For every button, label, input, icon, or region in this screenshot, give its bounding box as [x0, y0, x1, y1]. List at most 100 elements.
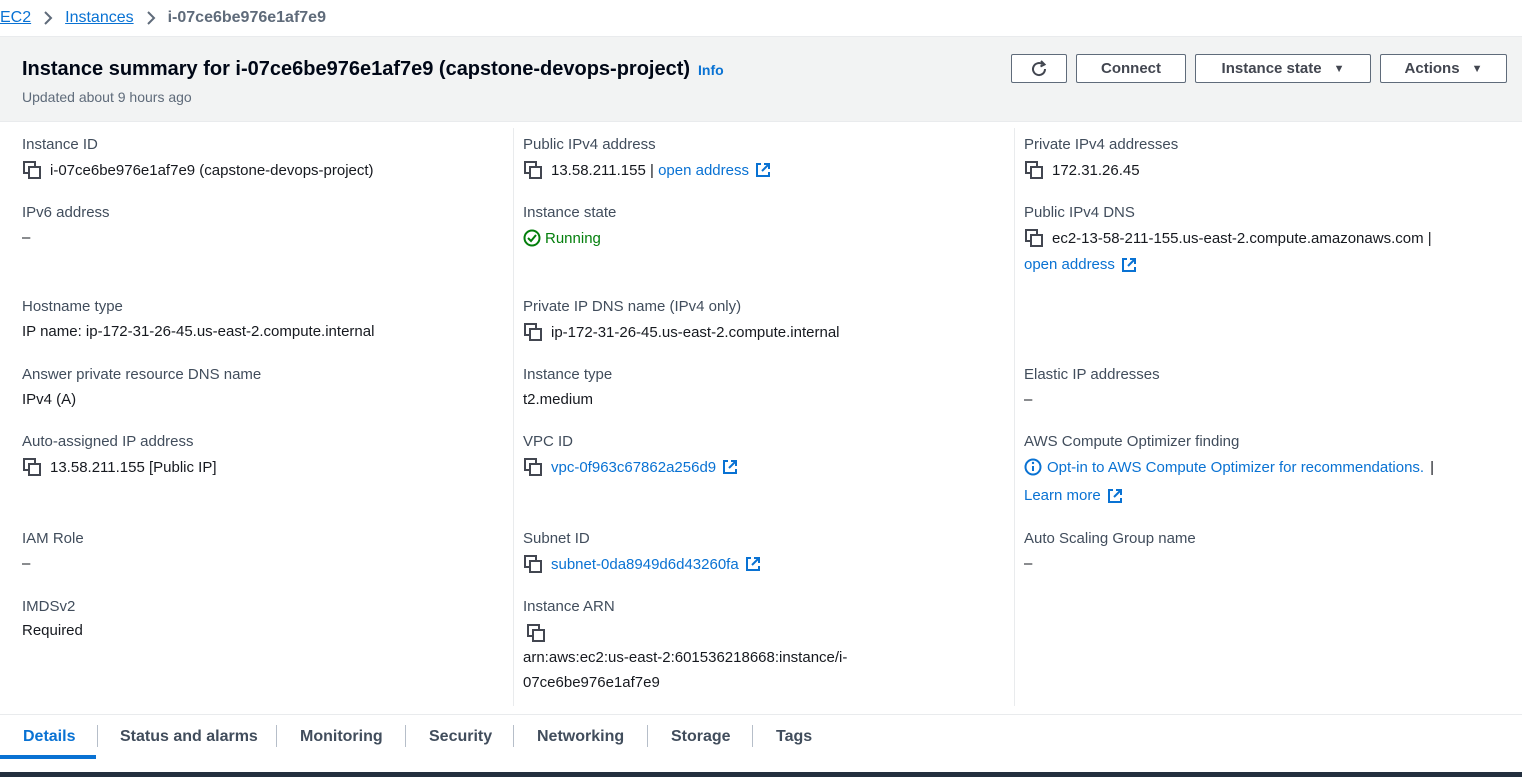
instance-id-text: i-07ce6be976e1af7e9 (capstone-devops-pro… [50, 161, 374, 179]
refresh-button[interactable] [1011, 54, 1067, 83]
actions-label: Actions [1404, 60, 1460, 77]
elastic-ip-value: – [1024, 391, 1033, 408]
bottom-bar [0, 772, 1522, 777]
running-status: Running [545, 229, 601, 247]
info-circle-icon [1024, 458, 1042, 476]
chevron-right-icon [37, 10, 59, 26]
subnet-id-label: Subnet ID [523, 530, 590, 547]
hostname-type-label: Hostname type [22, 298, 123, 315]
open-address-link[interactable]: open address [658, 162, 749, 179]
copy-icon[interactable] [22, 457, 42, 477]
tab-details[interactable]: Details [23, 715, 75, 759]
optimizer-label: AWS Compute Optimizer finding [1024, 433, 1240, 450]
public-ipv4-text: 13.58.211.155 | [551, 161, 654, 179]
private-ipv4-text: 172.31.26.45 [1052, 161, 1140, 179]
public-dns-text: ec2-13-58-211-155.us-east-2.compute.amaz… [1052, 229, 1432, 247]
external-link-icon [745, 557, 760, 571]
tab-bar: Details Status and alarms Monitoring Sec… [0, 714, 1522, 759]
connect-button[interactable]: Connect [1076, 54, 1186, 83]
breadcrumb-current: i-07ce6be976e1af7e9 [167, 9, 326, 26]
vpc-id-label: VPC ID [523, 433, 574, 450]
external-link-icon [723, 460, 738, 474]
private-ipv4-value: 172.31.26.45 [1024, 160, 1140, 180]
copy-icon[interactable] [523, 554, 543, 574]
external-link-icon [755, 163, 770, 177]
actions-button[interactable]: Actions ▼ [1380, 54, 1507, 83]
tab-divider [513, 725, 514, 747]
private-dns-label: Private IP DNS name (IPv4 only) [523, 298, 742, 315]
instance-state-field-label: Instance state [523, 204, 617, 221]
asg-name-label: Auto Scaling Group name [1024, 530, 1196, 547]
copy-icon[interactable] [523, 457, 543, 477]
public-dns-open-link[interactable]: open address [1024, 256, 1115, 273]
instance-type-label: Instance type [523, 366, 613, 383]
copy-icon[interactable] [1024, 228, 1044, 248]
optimizer-value: Opt-in to AWS Compute Optimizer for reco… [1024, 458, 1434, 476]
refresh-icon [1032, 59, 1047, 76]
iam-role-value: – [22, 555, 31, 572]
caret-down-icon: ▼ [1471, 62, 1483, 75]
learn-more-row: Learn more [1024, 487, 1123, 504]
optimizer-link[interactable]: Opt-in to AWS Compute Optimizer for reco… [1047, 459, 1424, 476]
tab-divider [752, 725, 753, 747]
breadcrumb-instances[interactable]: Instances [65, 9, 133, 27]
instance-arn-label: Instance ARN [523, 598, 615, 615]
external-link-icon [1121, 257, 1136, 272]
tab-networking[interactable]: Networking [537, 715, 624, 759]
tab-status-and-alarms[interactable]: Status and alarms [120, 715, 258, 759]
private-dns-text: ip-172-31-26-45.us-east-2.compute.intern… [551, 323, 840, 341]
instance-state-label: Instance state [1221, 60, 1322, 77]
ipv6-label: IPv6 address [22, 204, 110, 221]
copy-icon[interactable] [523, 160, 543, 180]
tab-tags[interactable]: Tags [776, 715, 812, 759]
auto-ip-value: 13.58.211.155 [Public IP] [22, 457, 217, 477]
copy-icon[interactable] [523, 322, 543, 342]
private-dns-value: ip-172-31-26-45.us-east-2.compute.intern… [523, 322, 840, 342]
page-title-row: Instance summary for i-07ce6be976e1af7e9… [22, 58, 724, 81]
tab-divider [276, 725, 277, 747]
page-title: Instance summary for i-07ce6be976e1af7e9… [22, 58, 691, 80]
vpc-id-link[interactable]: vpc-0f963c67862a256d9 [551, 459, 716, 476]
ipv6-value: – [22, 229, 31, 246]
answer-dns-label: Answer private resource DNS name [22, 366, 262, 383]
tab-storage[interactable]: Storage [671, 715, 731, 759]
elastic-ip-label: Elastic IP addresses [1024, 366, 1160, 383]
column-divider [513, 128, 514, 706]
private-ipv4-label: Private IPv4 addresses [1024, 136, 1179, 153]
tab-divider [405, 725, 406, 747]
instance-state-button[interactable]: Instance state ▼ [1195, 54, 1371, 83]
tab-security[interactable]: Security [429, 715, 492, 759]
breadcrumb: EC2 Instances i-07ce6be976e1af7e9 [0, 0, 1522, 36]
instance-arn-line2: 07ce6be976e1af7e9 [523, 674, 660, 691]
page-header: Instance summary for i-07ce6be976e1af7e9… [0, 36, 1522, 122]
imdsv2-value: Required [22, 622, 83, 639]
hostname-type-value: IP name: ip-172-31-26-45.us-east-2.compu… [22, 323, 375, 340]
subnet-id-link[interactable]: subnet-0da8949d6d43260fa [551, 556, 739, 573]
updated-text: Updated about 9 hours ago [22, 89, 192, 105]
caret-down-icon: ▼ [1333, 62, 1345, 75]
breadcrumb-ec2[interactable]: EC2 [0, 9, 31, 27]
auto-ip-label: Auto-assigned IP address [22, 433, 194, 450]
learn-more-link[interactable]: Learn more [1024, 487, 1101, 504]
optimizer-separator: | [1430, 458, 1434, 476]
public-dns-open-row: open address [1024, 256, 1137, 273]
chevron-right-icon [140, 10, 162, 26]
copy-icon[interactable] [526, 623, 546, 643]
public-ipv4-label: Public IPv4 address [523, 136, 656, 153]
instance-id-label: Instance ID [22, 136, 98, 153]
external-link-icon [1107, 488, 1122, 503]
vpc-id-value: vpc-0f963c67862a256d9 [523, 457, 738, 477]
column-divider [1014, 128, 1015, 706]
connect-label: Connect [1101, 60, 1161, 77]
public-dns-value: ec2-13-58-211-155.us-east-2.compute.amaz… [1024, 228, 1432, 248]
info-link[interactable]: Info [698, 62, 724, 78]
tab-divider [97, 725, 98, 747]
copy-icon[interactable] [1024, 160, 1044, 180]
public-ipv4-value: 13.58.211.155 | open address [523, 160, 771, 180]
copy-icon[interactable] [22, 160, 42, 180]
tab-monitoring[interactable]: Monitoring [300, 715, 383, 759]
tab-divider [647, 725, 648, 747]
instance-type-value: t2.medium [523, 391, 594, 408]
public-dns-label: Public IPv4 DNS [1024, 204, 1135, 221]
answer-dns-value: IPv4 (A) [22, 391, 77, 408]
